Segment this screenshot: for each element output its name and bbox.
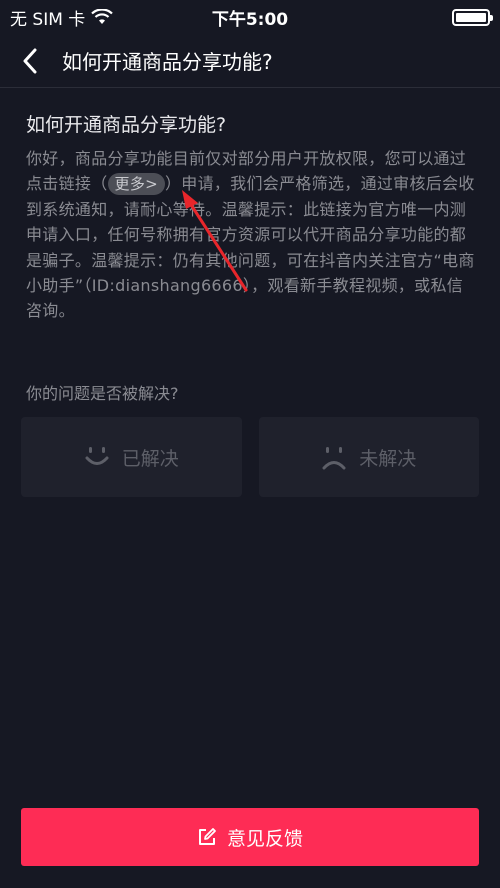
status-bar: 无 SIM 卡 下午5:00 xyxy=(0,0,500,34)
resolved-label: 已解决 xyxy=(121,447,179,470)
answer-part-2: ）申请，我们会严格筛选，通过审核后会收到系统通知，请耐心等待。温馨提示：此链接为… xyxy=(26,174,475,321)
more-link[interactable]: 更多> xyxy=(107,173,165,196)
status-left: 无 SIM 卡 xyxy=(10,5,114,30)
frown-icon xyxy=(322,447,346,470)
feedback-label: 意见反馈 xyxy=(226,827,303,850)
edit-icon xyxy=(198,828,216,845)
answer-text: 你好，商品分享功能目前仅对部分用户开放权限，您可以通过点击链接（ 更多> ）申请，我… xyxy=(26,146,476,324)
wifi-icon xyxy=(91,9,114,24)
back-button[interactable] xyxy=(0,34,60,88)
help-article-screen: 无 SIM 卡 下午5:00 如何开通商品分享功能? 如何开通商品分享功能? 你… xyxy=(0,0,500,888)
battery-icon xyxy=(452,8,493,26)
unresolved-button[interactable]: 未解决 xyxy=(258,417,479,497)
resolution-buttons: 已解决 未解决 xyxy=(21,417,479,497)
unresolved-label: 未解决 xyxy=(359,447,417,470)
carrier-label: 无 SIM 卡 xyxy=(10,9,86,30)
resolved-button[interactable]: 已解决 xyxy=(21,417,242,497)
question-title: 如何开通商品分享功能? xyxy=(26,114,227,136)
article-content: 如何开通商品分享功能? 你好，商品分享功能目前仅对部分用户开放权限，您可以通过点… xyxy=(26,110,476,324)
back-arrow-icon xyxy=(23,48,37,73)
smile-icon xyxy=(85,447,109,465)
feedback-button[interactable]: 意见反馈 xyxy=(21,808,479,866)
nav-bar: 如何开通商品分享功能? xyxy=(0,34,500,88)
battery-fill xyxy=(456,12,486,22)
nav-title: 如何开通商品分享功能? xyxy=(62,50,273,74)
resolution-question: 你的问题是否被解决? xyxy=(26,384,179,403)
